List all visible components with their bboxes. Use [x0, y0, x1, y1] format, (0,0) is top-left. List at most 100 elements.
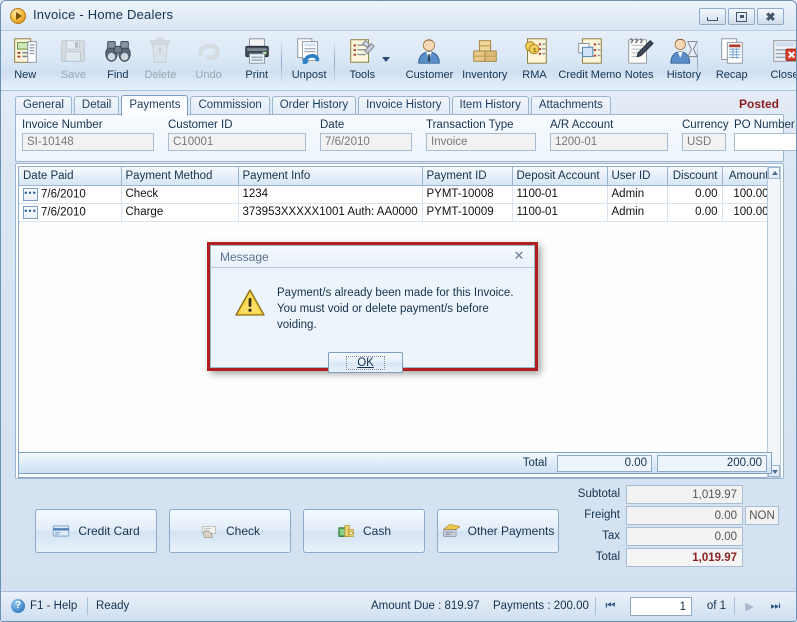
field-a-r-account: A/R Account 1200-01 — [550, 119, 668, 151]
inventory-boxes-icon-wrap — [462, 34, 507, 68]
grand-total-label: Total — [595, 551, 620, 563]
close-window-button[interactable]: ✖ — [757, 8, 784, 25]
tab-general[interactable]: General — [15, 96, 72, 114]
ok-button[interactable]: OK — [328, 352, 403, 373]
message-dialog: Message ✕ Payment/s already been made fo… — [207, 242, 538, 373]
toolbar-button-new[interactable]: New — [10, 34, 40, 89]
cell-discount: 0.00 — [667, 185, 723, 204]
toolbar-label: Undo — [195, 69, 222, 81]
unpost-icon — [297, 38, 320, 65]
chevron-down-icon[interactable] — [382, 57, 391, 62]
toolbar-button-find[interactable]: Find — [103, 34, 133, 89]
freight-tax-code[interactable]: NON — [745, 506, 779, 525]
table-row[interactable]: ••• 7/6/2010 Check 1234 PYMT-10008 1100-01 Adm… — [19, 185, 774, 204]
minimize-icon — [700, 9, 725, 24]
column-header-date-paid[interactable]: Date Paid — [19, 167, 122, 186]
totals-panel: Subtotal 1,019.97 Freight 0.00 NON Tax 0… — [564, 485, 782, 569]
row-detail-button[interactable]: ••• — [23, 187, 38, 201]
cell-payment-info: 1234 — [238, 185, 423, 204]
payment-button-other-payments[interactable]: Other Payments — [437, 509, 559, 553]
payment-button-check[interactable]: Check — [169, 509, 291, 553]
tab-commission[interactable]: Commission — [190, 96, 270, 114]
toolbar-label: New — [14, 69, 37, 81]
column-header-deposit-account[interactable]: Deposit Account — [512, 167, 608, 186]
tab-payments[interactable]: Payments — [121, 95, 189, 116]
cell-user-id: Admin — [607, 203, 668, 222]
field-label: PO Number — [734, 119, 795, 131]
field-value: 1200-01 — [550, 133, 668, 151]
column-header-discount[interactable]: Discount — [667, 167, 723, 186]
toolbar-label: RMA — [522, 69, 547, 81]
toolbar-button-credit-memo[interactable]: Credit Memo — [558, 34, 621, 89]
cell-date-paid: 7/6/2010 — [41, 206, 86, 219]
dialog-title: Message — [220, 250, 269, 264]
toolbar-label: Delete — [144, 69, 177, 81]
toolbar-button-undo: Undo — [194, 34, 224, 89]
column-header-payment-info[interactable]: Payment Info — [238, 167, 423, 186]
cell-date-paid: ••• 7/6/2010 — [19, 203, 122, 222]
close-icon[interactable]: ✕ — [512, 249, 526, 263]
dialog-message-line2: You must void or delete payment/s before… — [277, 303, 489, 331]
cell-payment-method: Check — [121, 185, 239, 204]
column-header-amount[interactable]: Amount — [722, 167, 774, 186]
maximize-button[interactable] — [728, 8, 755, 25]
maximize-icon — [729, 9, 754, 24]
last-record-icon[interactable]: ⏭ — [765, 597, 786, 616]
toolbar-button-tools[interactable]: Tools — [347, 34, 377, 89]
page-number-input[interactable]: 1 — [630, 597, 692, 616]
new-document-icon-wrap — [10, 34, 40, 68]
inventory-boxes-icon — [473, 40, 497, 62]
tab-attachments[interactable]: Attachments — [530, 96, 611, 114]
toolbar-button-inventory[interactable]: Inventory — [462, 34, 507, 89]
row-detail-button[interactable]: ••• — [23, 205, 38, 219]
window-title: Invoice - Home Dealers — [33, 7, 174, 22]
first-record-icon[interactable]: ⏮ — [600, 597, 621, 616]
main-toolbar: New Save Find Delete Undo Print Unpost Tools Cus… — [1, 31, 796, 91]
notepad-pen-icon-wrap — [624, 34, 654, 68]
field-invoice-number: Invoice Number SI-10148 — [22, 119, 154, 151]
toolbar-label: Tools — [349, 69, 376, 81]
toolbar-label: Print — [245, 69, 269, 81]
payment-button-label: Check — [225, 524, 260, 538]
toolbar-label: Close — [770, 69, 797, 81]
tab-detail[interactable]: Detail — [73, 96, 120, 114]
column-header-payment-id[interactable]: Payment ID — [422, 167, 513, 186]
tab-item-history[interactable]: Item History — [451, 96, 529, 114]
field-customer-id: Customer ID C10001 — [168, 119, 306, 151]
close-window-icon-wrap — [770, 34, 796, 68]
history-person-icon — [670, 38, 698, 64]
grid-vertical-scrollbar[interactable] — [767, 166, 781, 478]
header-fields-panel: Invoice Number SI-10148 Customer ID C10001 D… — [15, 114, 796, 162]
tab-order-history[interactable]: Order History — [271, 96, 357, 114]
toolbar-button-close[interactable]: Close — [770, 34, 797, 89]
grand-total-value: 1,019.97 — [626, 548, 743, 567]
column-header-payment-method[interactable]: Payment Method — [121, 167, 239, 186]
toolbar-button-recap[interactable]: Recap — [716, 34, 748, 89]
status-badge: Posted — [738, 97, 779, 111]
freight-value[interactable]: 0.00 — [626, 506, 743, 525]
trash-can-icon-wrap — [145, 34, 177, 68]
toolbar-button-unpost[interactable]: Unpost — [292, 34, 327, 89]
payment-button-credit-card[interactable]: Credit Card — [35, 509, 157, 553]
scroll-up-icon[interactable] — [768, 167, 780, 179]
toolbar-button-customer[interactable]: Customer — [406, 34, 453, 89]
payment-button-cash[interactable]: Cash — [303, 509, 425, 553]
tab-invoice-history[interactable]: Invoice History — [358, 96, 450, 114]
toolbar-button-rma[interactable]: $ RMA — [520, 34, 550, 89]
table-row[interactable]: ••• 7/6/2010 Charge 373953XXXXX1001 Auth: A… — [19, 203, 774, 222]
warning-triangle-icon — [235, 289, 265, 316]
cell-user-id: Admin — [607, 185, 668, 204]
column-header-user-id[interactable]: User ID — [607, 167, 668, 186]
toolbar-button-print[interactable]: Print — [242, 34, 272, 89]
toolbar-button-notes[interactable]: Notes — [624, 34, 654, 89]
dialog-title-bar: Message ✕ — [211, 246, 534, 268]
minimize-button[interactable] — [699, 8, 726, 25]
field-value[interactable] — [734, 133, 796, 151]
toolbar-label: Notes — [624, 69, 654, 81]
toolbar-button-history[interactable]: History — [667, 34, 701, 89]
printer-icon-wrap — [242, 34, 272, 68]
check-hand-icon — [201, 526, 217, 539]
payment-button-label: Credit Card — [78, 524, 140, 538]
credit-card-icon — [53, 525, 70, 537]
help-label[interactable]: F1 - Help — [30, 600, 77, 612]
